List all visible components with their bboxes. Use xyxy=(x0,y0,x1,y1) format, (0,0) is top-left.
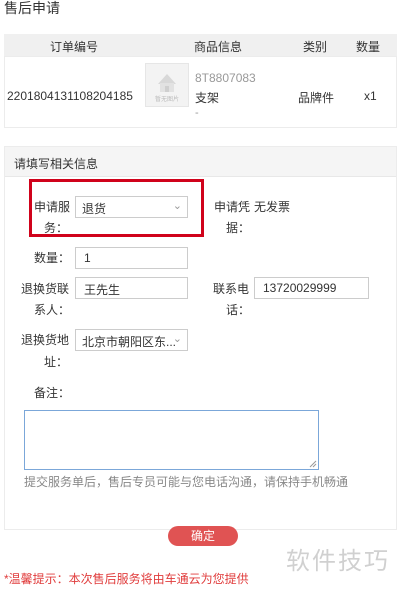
voucher-value: 无发票 xyxy=(254,200,291,214)
voucher-label-line2: 据： xyxy=(226,221,251,235)
quantity-field[interactable]: 1 xyxy=(75,247,188,269)
column-header-order-no: 订单编号 xyxy=(50,40,99,54)
goods-thumbnail: 暂无图片 xyxy=(145,63,189,107)
goods-category: 品牌件 xyxy=(298,91,335,105)
column-header-category: 类别 xyxy=(303,40,328,54)
thumbnail-watermark: 暂无图片 xyxy=(154,97,179,103)
goods-extra: - xyxy=(195,107,199,119)
warm-tip: *温馨提示：本次售后服务将由车通云为您提供 xyxy=(4,572,249,586)
phone-contact-hint: 提交服务单后，售后专员可能与您电话沟通，请保持手机畅通 xyxy=(24,475,349,489)
goods-code: 8T8807083 xyxy=(195,71,256,85)
resize-grip-icon[interactable] xyxy=(309,460,317,468)
note-textarea[interactable] xyxy=(24,410,319,470)
confirm-button[interactable]: 确定 xyxy=(168,526,238,546)
contact-label-line1: 退换货联 xyxy=(21,282,70,296)
contact-label-line2: 系人： xyxy=(34,303,71,317)
order-number: 2201804131108204185 xyxy=(7,89,133,103)
address-label-line2: 址： xyxy=(44,355,69,369)
note-label: 备注： xyxy=(34,386,71,400)
chevron-down-icon: ⌄ xyxy=(172,333,182,345)
column-header-goods: 商品信息 xyxy=(194,40,243,54)
quantity-label: 数量： xyxy=(34,251,71,265)
phone-value: 13720029999 xyxy=(263,281,337,295)
quantity-field-value: 1 xyxy=(84,251,91,265)
order-table-header: 订单编号 商品信息 类别 数量 xyxy=(4,34,397,56)
column-header-quantity: 数量 xyxy=(356,40,381,54)
form-section-header: 请填写相关信息 xyxy=(5,147,396,177)
phone-field[interactable]: 13720029999 xyxy=(254,277,369,299)
phone-label-line1: 联系电 xyxy=(213,282,250,296)
form-section-title: 请填写相关信息 xyxy=(14,157,99,171)
page-title: 售后申请 xyxy=(4,0,60,16)
no-image-icon xyxy=(158,74,176,92)
address-value: 北京市朝阳区东... xyxy=(82,335,177,349)
contact-name-field[interactable]: 王先生 xyxy=(75,277,188,299)
contact-name-value: 王先生 xyxy=(84,283,121,297)
goods-quantity: x1 xyxy=(364,89,377,103)
voucher-label-line1: 申请凭 xyxy=(214,200,251,214)
address-label-line1: 退换货地 xyxy=(21,333,70,347)
goods-name: 支架 xyxy=(195,91,220,105)
phone-label-line2: 话： xyxy=(226,303,251,317)
table-row: 2201804131108204185 暂无图片 8T8807083 支架 - … xyxy=(4,56,397,128)
highlight-annotation-box xyxy=(29,179,204,237)
order-table: 订单编号 商品信息 类别 数量 2201804131108204185 暂无图片… xyxy=(4,34,397,128)
address-select[interactable]: 北京市朝阳区东... ⌄ xyxy=(75,329,188,351)
watermark-text: 软件技巧 xyxy=(286,548,390,575)
